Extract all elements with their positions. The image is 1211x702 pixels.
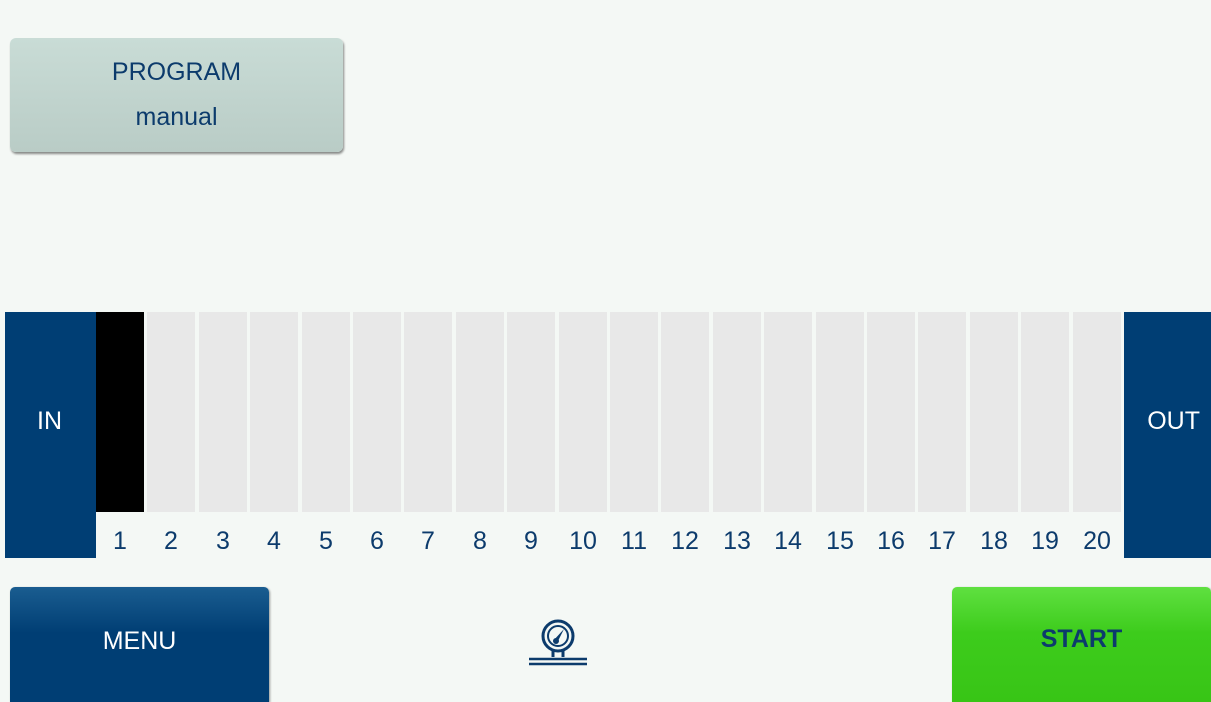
slot-number-1: 1 xyxy=(113,527,127,555)
slot-number-3: 3 xyxy=(216,527,230,555)
slot-5[interactable] xyxy=(302,312,350,512)
slot-13[interactable] xyxy=(713,312,761,512)
slot-number-13: 13 xyxy=(723,527,751,555)
conveyor-lane: IN 1 2 3 4 5 6 7 8 9 10 11 12 13 14 15 16 17 18 19 20 OUT xyxy=(5,312,1211,558)
slot-number-14: 14 xyxy=(774,527,802,555)
slot-16[interactable] xyxy=(867,312,915,512)
slot-number-5: 5 xyxy=(319,527,333,555)
slot-9[interactable] xyxy=(507,312,555,512)
slot-2[interactable] xyxy=(147,312,195,512)
slot-6[interactable] xyxy=(353,312,401,512)
slot-strip: 1 2 3 4 5 6 7 8 9 10 11 12 13 14 15 16 17 18 19 20 xyxy=(96,312,1124,558)
slot-number-4: 4 xyxy=(267,527,281,555)
slot-number-9: 9 xyxy=(524,527,538,555)
slot-15[interactable] xyxy=(816,312,864,512)
program-title: PROGRAM xyxy=(111,58,242,86)
program-value: manual xyxy=(135,103,218,131)
slot-number-18: 18 xyxy=(980,527,1008,555)
slot-1[interactable] xyxy=(96,312,144,512)
slot-number-12: 12 xyxy=(671,527,699,555)
slot-18[interactable] xyxy=(970,312,1018,512)
slot-number-8: 8 xyxy=(473,527,487,555)
slot-14[interactable] xyxy=(764,312,812,512)
slot-3[interactable] xyxy=(199,312,247,512)
slot-7[interactable] xyxy=(404,312,452,512)
slot-number-10: 10 xyxy=(569,527,597,555)
menu-button-label: MENU xyxy=(102,627,177,655)
lane-in-label: IN xyxy=(37,407,62,435)
program-button[interactable]: PROGRAM manual xyxy=(10,38,343,152)
slot-number-20: 20 xyxy=(1083,527,1111,555)
slot-number-6: 6 xyxy=(370,527,384,555)
slot-10[interactable] xyxy=(559,312,607,512)
slot-number-17: 17 xyxy=(928,527,956,555)
pressure-gauge-icon[interactable] xyxy=(526,614,590,678)
lane-out-label: OUT xyxy=(1147,407,1200,435)
start-button-label: START xyxy=(1040,625,1123,653)
start-button[interactable]: START xyxy=(952,587,1211,702)
slot-17[interactable] xyxy=(918,312,966,512)
menu-button[interactable]: MENU xyxy=(10,587,269,702)
slot-4[interactable] xyxy=(250,312,298,512)
slot-12[interactable] xyxy=(661,312,709,512)
slot-number-15: 15 xyxy=(826,527,854,555)
slot-number-11: 11 xyxy=(621,527,647,555)
slot-number-19: 19 xyxy=(1031,527,1059,555)
slot-20[interactable] xyxy=(1073,312,1121,512)
slot-19[interactable] xyxy=(1021,312,1069,512)
slot-number-16: 16 xyxy=(877,527,905,555)
slot-number-7: 7 xyxy=(421,527,435,555)
slot-8[interactable] xyxy=(456,312,504,512)
slot-11[interactable] xyxy=(610,312,658,512)
slot-number-2: 2 xyxy=(164,527,178,555)
